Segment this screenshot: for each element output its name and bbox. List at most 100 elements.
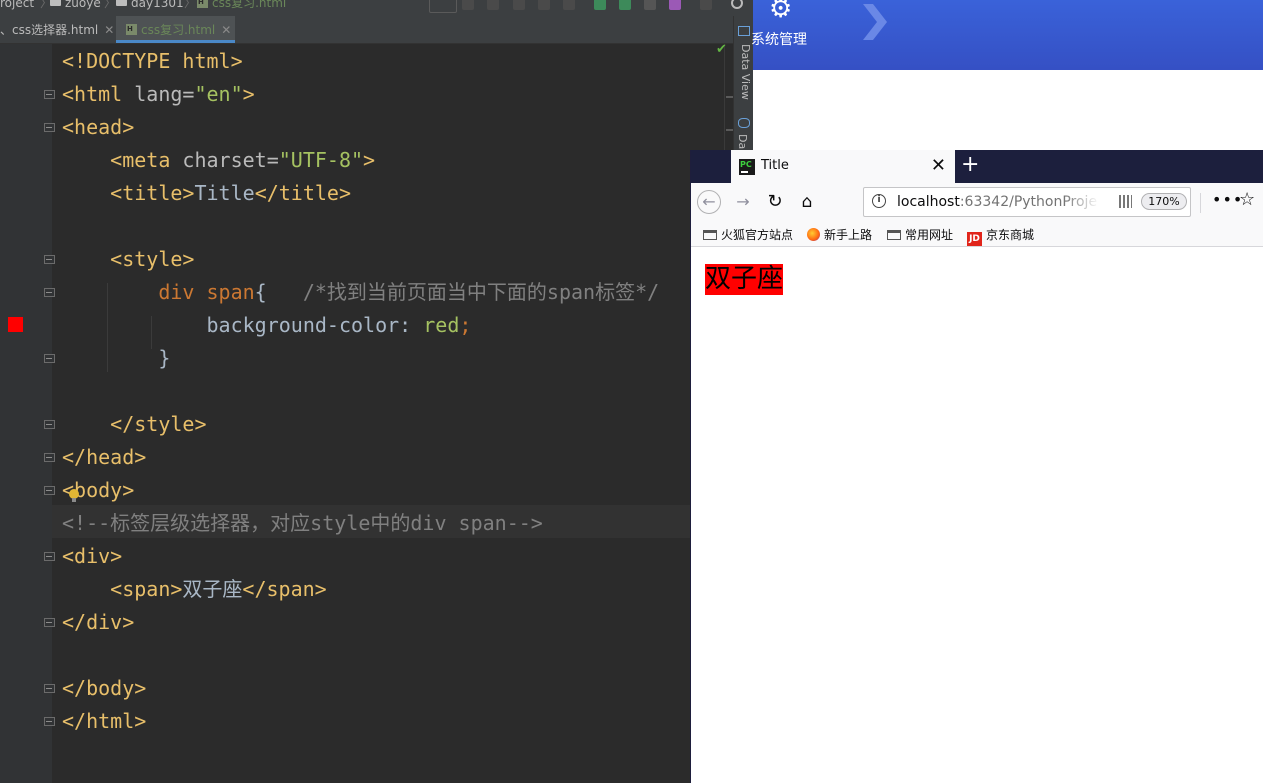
chevron-right-icon[interactable] — [861, 4, 887, 40]
lightbulb-icon[interactable] — [69, 489, 79, 502]
close-tab-icon[interactable]: ✕ — [931, 155, 946, 176]
app-header-band: ⚙ 系统管理 — [751, 0, 1263, 70]
stop-icon[interactable] — [700, 0, 712, 10]
breadcrumb-zuoye[interactable]: zuoye — [50, 0, 101, 9]
code-token: lang= — [134, 82, 195, 106]
fold-marker-icon[interactable] — [44, 121, 58, 135]
code-line[interactable]: <html lang="en"> — [62, 78, 255, 111]
code-line[interactable]: </html> — [62, 705, 146, 738]
code-token: Title — [194, 181, 255, 205]
code-token: </title> — [254, 181, 352, 205]
fold-marker-icon[interactable] — [44, 286, 58, 300]
code-token: "UTF-8" — [278, 148, 364, 172]
code-line[interactable]: div span{ /*找到当前页面当中下面的span标签*/ — [62, 276, 659, 309]
debug-icon[interactable] — [487, 0, 499, 10]
code-line[interactable]: </style> — [62, 408, 206, 441]
ide-window: roject 〉 zuoye 〉 day1301 〉 css复习.html 、c… — [0, 0, 754, 783]
data-view-tool-button[interactable]: Data View — [736, 44, 752, 100]
code-line[interactable]: <head> — [62, 111, 134, 144]
bookmarks-toolbar: 火狐官方站点 新手上路 常用网址 JD 京东商城 — [691, 223, 1263, 247]
code-line[interactable]: } — [62, 342, 170, 375]
firefox-icon — [807, 228, 820, 241]
inspection-ok-icon[interactable]: ✔ — [716, 42, 727, 57]
vcs-commit-icon[interactable] — [619, 0, 631, 10]
editor-tabbar: 、css选择器.html ✕ css复习.html ✕ — [0, 16, 753, 44]
color-swatch-icon[interactable] — [8, 317, 23, 332]
code-line[interactable]: background-color: red; — [62, 309, 471, 342]
run-config-dropdown[interactable] — [429, 0, 457, 13]
code-line[interactable]: <style> — [62, 243, 194, 276]
back-icon[interactable]: ← — [697, 190, 721, 214]
page-content: 双子座 — [691, 247, 1263, 783]
fold-marker-icon[interactable] — [44, 484, 58, 498]
fold-marker-icon[interactable] — [44, 715, 58, 729]
code-line[interactable]: <meta charset="UTF-8"> — [62, 144, 375, 177]
table-icon — [738, 26, 750, 36]
html-file-icon — [197, 0, 208, 8]
tab-css-review[interactable]: css复习.html ✕ — [116, 16, 235, 43]
build-icon[interactable] — [563, 0, 575, 10]
vcs-revert-icon[interactable] — [669, 0, 681, 10]
code-token: ; — [459, 313, 472, 337]
profile-icon[interactable] — [538, 0, 550, 10]
code-line[interactable]: </div> — [62, 606, 134, 639]
fold-marker-icon[interactable] — [44, 88, 58, 102]
folder-icon — [887, 230, 901, 240]
code-token: div span — [158, 280, 255, 304]
close-icon[interactable]: ✕ — [104, 23, 114, 37]
code-line[interactable]: <!DOCTYPE html> — [62, 45, 243, 78]
site-info-icon[interactable]: i — [872, 194, 886, 208]
fold-marker-icon[interactable] — [44, 253, 58, 267]
vcs-history-icon[interactable] — [644, 0, 656, 10]
bookmark-common-sites[interactable]: 常用网址 — [887, 226, 953, 243]
editor-gutter[interactable] — [0, 44, 53, 783]
code-token: <title> — [110, 181, 195, 205]
database-tool-button[interactable]: Da — [736, 134, 749, 149]
fold-marker-icon[interactable] — [44, 451, 58, 465]
breadcrumb-file[interactable]: css复习.html — [197, 0, 286, 9]
fold-marker-icon[interactable] — [44, 682, 58, 696]
coverage-icon[interactable] — [513, 0, 525, 10]
code-line[interactable]: <!--标签层级选择器，对应style中的div span--> — [62, 507, 543, 540]
bookmark-jd[interactable]: JD 京东商城 — [967, 226, 1034, 246]
reload-icon[interactable]: ↻ — [763, 190, 787, 214]
code-line[interactable]: </body> — [62, 672, 146, 705]
fold-marker-icon[interactable] — [44, 550, 58, 564]
url-bar[interactable]: i localhost:63342/PythonProje 170% — [863, 187, 1191, 217]
code-token: <!DOCTYPE html> — [62, 49, 243, 73]
qr-code-icon[interactable] — [1119, 195, 1132, 208]
code-line[interactable]: <title>Title</title> — [62, 177, 351, 210]
search-icon[interactable] — [731, 0, 743, 9]
new-tab-icon[interactable]: + — [961, 152, 979, 177]
home-icon[interactable]: ⌂ — [795, 190, 819, 214]
fold-marker-icon[interactable] — [44, 418, 58, 432]
bookmark-getting-started[interactable]: 新手上路 — [807, 226, 872, 243]
tab-css-selector[interactable]: 、css选择器.html ✕ — [0, 16, 116, 43]
code-line[interactable]: <div> — [62, 540, 122, 573]
bookmark-star-icon[interactable]: ☆ — [1239, 189, 1255, 210]
code-editor[interactable]: <!DOCTYPE html> <html lang="en"> <head> <m… — [52, 44, 724, 783]
code-token: <meta — [110, 148, 183, 172]
breadcrumb-project[interactable]: roject — [0, 0, 34, 9]
browser-navbar: ← → ↻ ⌂ i localhost:63342/PythonProje 17… — [691, 183, 1263, 223]
code-token: </head> — [62, 445, 147, 469]
code-token: <div> — [62, 544, 123, 568]
system-management-menu[interactable]: 系统管理 — [751, 29, 807, 49]
bookmark-firefox-site[interactable]: 火狐官方站点 — [703, 226, 793, 243]
close-icon[interactable]: ✕ — [221, 23, 231, 37]
fold-marker-icon[interactable] — [44, 616, 58, 630]
browser-tab[interactable]: PC Title ✕ — [731, 150, 955, 183]
forward-icon[interactable]: → — [731, 190, 755, 214]
code-line[interactable]: <span>双子座</span> — [62, 573, 327, 606]
vcs-update-icon[interactable] — [594, 0, 606, 10]
zoom-indicator[interactable]: 170% — [1141, 193, 1187, 210]
code-line[interactable]: </head> — [62, 441, 146, 474]
gear-icon: ⚙ — [769, 0, 793, 24]
run-icon[interactable] — [462, 0, 474, 10]
fold-marker-icon[interactable] — [44, 352, 58, 366]
code-token: "en" — [194, 82, 243, 106]
breadcrumb-day1301[interactable]: day1301 — [116, 0, 184, 9]
